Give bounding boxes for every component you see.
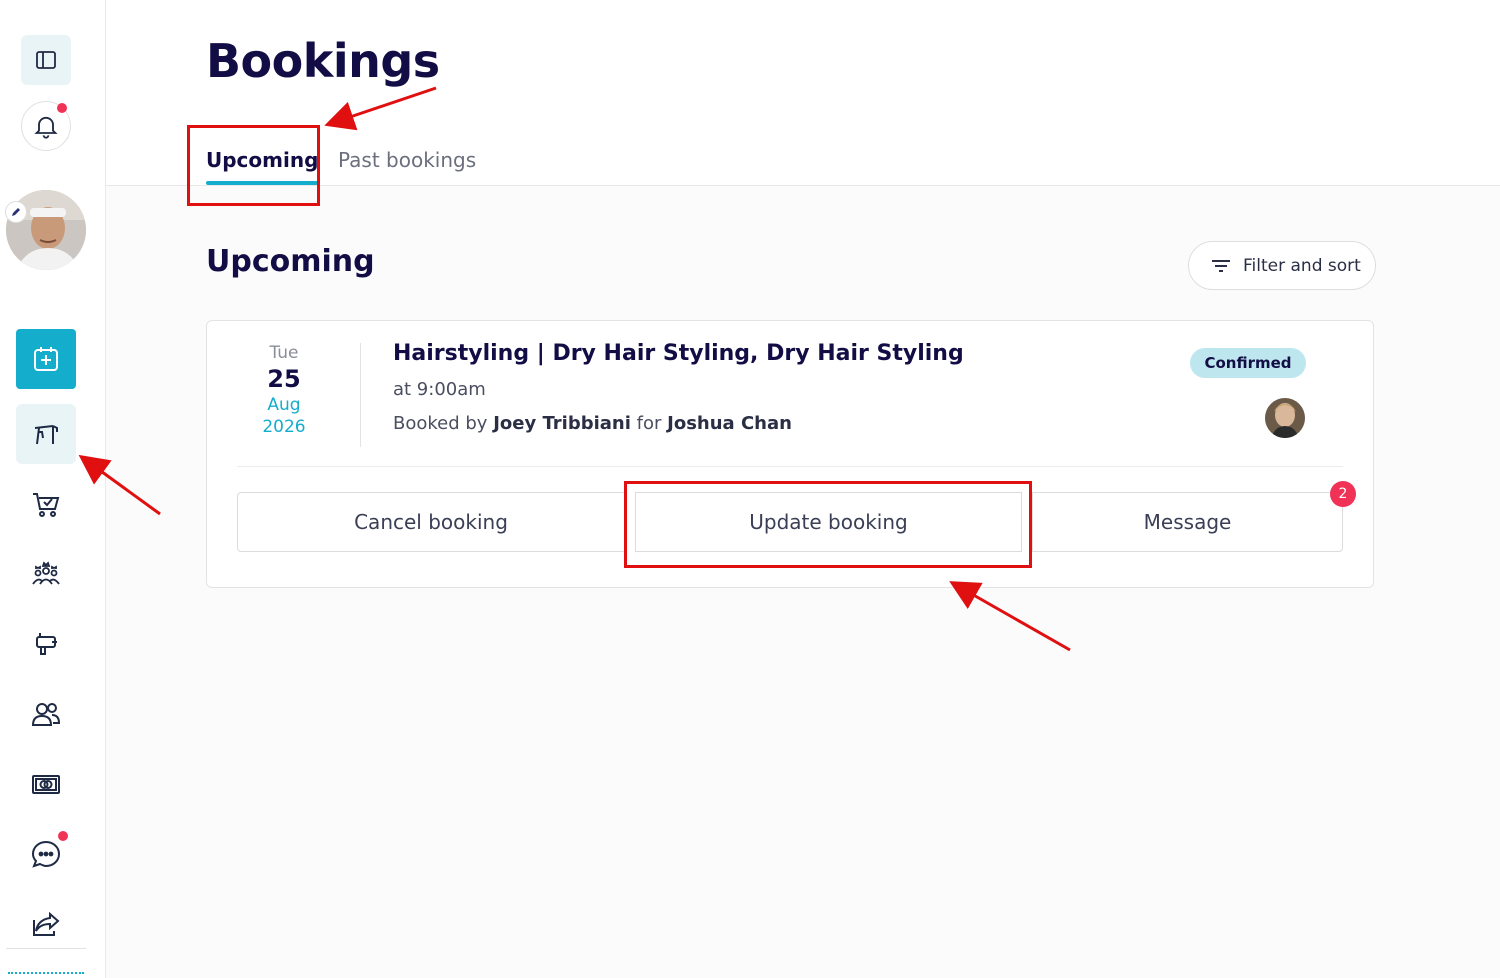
sidebar-item-payments[interactable] (16, 754, 76, 814)
sidebar-panel-icon (36, 51, 56, 69)
for-word: for (636, 413, 662, 434)
sidebar-item-clients[interactable] (16, 684, 76, 744)
crowned-group-icon (32, 561, 60, 585)
booking-card: Tue 25 Aug 2026 Hairstyling | Dry Hair S… (206, 320, 1374, 588)
booked-by-name: Joey Tribbiani (493, 413, 631, 434)
booking-month: Aug (267, 395, 301, 415)
update-booking-button[interactable]: Update booking (635, 492, 1022, 552)
sidebar-item-shop[interactable] (16, 474, 76, 534)
salon-chair-icon (34, 425, 58, 445)
main-content: Upcoming Filter and sort Tue 25 Aug 2026… (106, 186, 1500, 978)
booking-title[interactable]: Hairstyling | Dry Hair Styling, Dry Hair… (393, 341, 964, 366)
page-header: Bookings Upcoming Past bookings (106, 0, 1500, 186)
filter-icon (1212, 259, 1230, 272)
booking-day: 25 (267, 365, 301, 393)
cancel-booking-button[interactable]: Cancel booking (237, 492, 625, 552)
section-title: Upcoming (206, 244, 375, 279)
money-icon (32, 775, 60, 794)
hair-dryer-icon (36, 633, 57, 655)
share-icon (33, 911, 60, 936)
stylist-photo (1265, 398, 1305, 438)
active-tab-indicator (206, 181, 319, 185)
bell-icon (34, 116, 58, 139)
messages-notification-dot (58, 831, 68, 841)
sidebar-item-equipment[interactable] (16, 614, 76, 674)
booked-by-prefix: Booked by (393, 413, 488, 434)
message-count-badge: 2 (1330, 481, 1356, 507)
tab-upcoming-label: Upcoming (206, 148, 319, 172)
status-badge: Confirmed (1190, 348, 1306, 378)
cart-check-icon (33, 493, 60, 517)
filter-and-sort-label: Filter and sort (1243, 255, 1361, 276)
tab-past-bookings-label: Past bookings (338, 148, 477, 172)
sidebar-item-bookings[interactable] (16, 329, 76, 389)
client-name: Joshua Chan (667, 413, 792, 434)
sidebar-bottom-indicator (8, 972, 84, 975)
sidebar-item-share[interactable] (16, 894, 76, 954)
sidebar-toggle-button[interactable] (21, 35, 71, 85)
filter-and-sort-button[interactable]: Filter and sort (1188, 241, 1376, 290)
booked-by-line: Booked by Joey Tribbiani for Joshua Chan (393, 413, 792, 434)
stylist-avatar (1265, 398, 1305, 438)
booking-year: 2026 (262, 417, 306, 437)
sidebar-divider (6, 948, 86, 949)
booking-time: at 9:00am (393, 379, 486, 400)
tab-past-bookings[interactable]: Past bookings (338, 148, 476, 172)
sidebar (0, 0, 106, 978)
date-divider (360, 343, 361, 447)
sidebar-item-services[interactable] (16, 404, 76, 464)
booking-day-of-week: Tue (269, 343, 299, 363)
calendar-plus-icon (34, 347, 58, 371)
tab-upcoming[interactable]: Upcoming (206, 148, 319, 185)
message-button[interactable]: Message (1032, 492, 1343, 552)
booking-date: Tue 25 Aug 2026 (237, 343, 331, 437)
sidebar-item-team[interactable] (16, 544, 76, 604)
people-icon (31, 703, 61, 726)
notification-dot (57, 103, 67, 113)
edit-profile-button[interactable] (5, 201, 27, 223)
pencil-icon (12, 208, 20, 216)
card-divider (237, 466, 1343, 467)
page-title: Bookings (206, 34, 440, 88)
chat-bubble-icon (31, 840, 61, 868)
